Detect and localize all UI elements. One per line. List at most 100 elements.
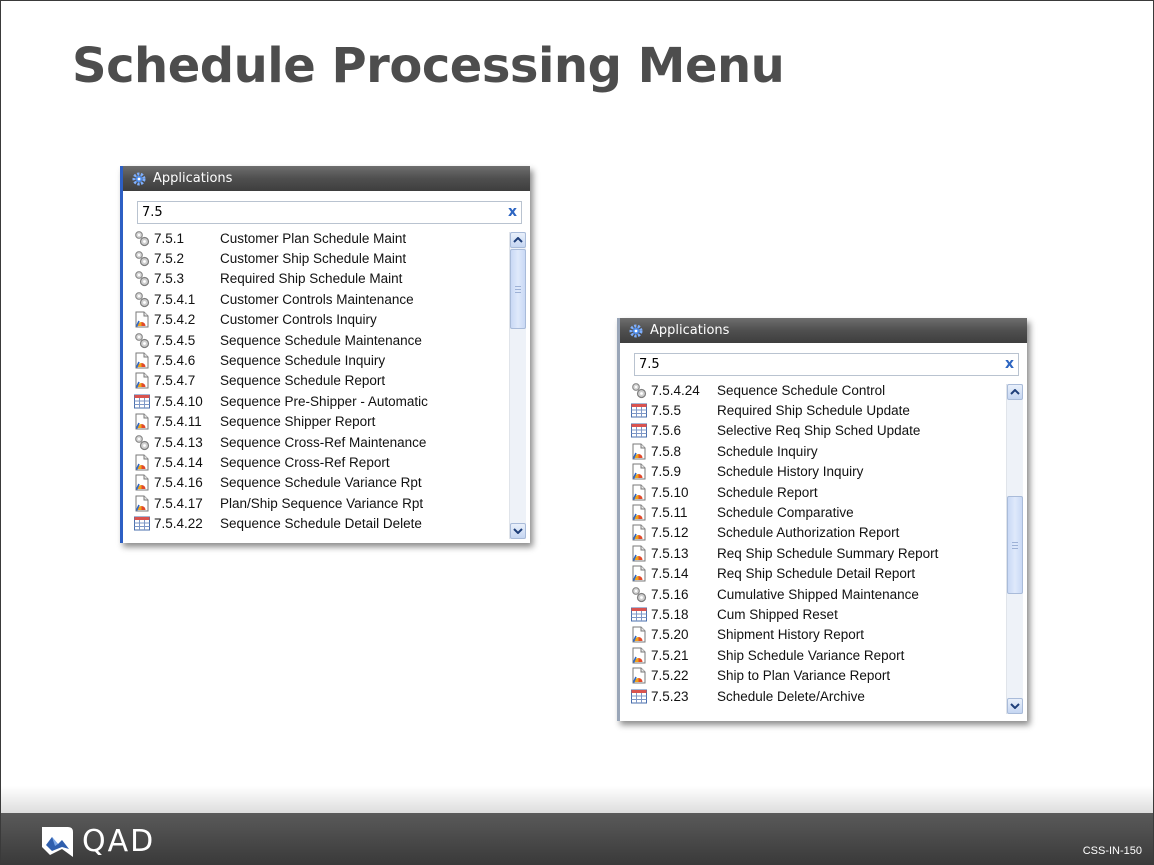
menu-item-label: Customer Ship Schedule Maint [220, 251, 407, 267]
menu-item-label: Ship to Plan Variance Report [717, 668, 891, 684]
vertical-scrollbar[interactable] [1006, 384, 1023, 714]
menu-item-label: Required Ship Schedule Update [717, 403, 910, 419]
menu-item[interactable]: 7.5.22 Ship to Plan Variance Report [630, 665, 1027, 685]
menu-item-code: 7.5.21 [651, 647, 689, 663]
scroll-thumb[interactable] [510, 249, 526, 329]
qad-logo: QAD [38, 824, 155, 859]
menu-item[interactable]: 7.5.4.10 Sequence Pre-Shipper - Automatic [133, 391, 530, 411]
menu-item-code: 7.5.1 [154, 230, 185, 246]
menu-item[interactable]: 7.5.4.16 Sequence Schedule Variance Rpt [133, 473, 530, 493]
gear-icon [133, 332, 151, 349]
menu-item[interactable]: 7.5.16 Cumulative Shipped Maintenance [630, 584, 1027, 604]
scroll-down-button[interactable] [1007, 698, 1023, 714]
footer-bar [1, 813, 1153, 864]
menu-item-code: 7.5.4.17 [154, 495, 203, 511]
vertical-scrollbar[interactable] [509, 232, 526, 539]
menu-item-code: 7.5.9 [651, 464, 682, 480]
gear-icon [133, 291, 151, 308]
menu-item[interactable]: 7.5.4.6 Sequence Schedule Inquiry [133, 350, 530, 370]
menu-item[interactable]: 7.5.4.14 Sequence Cross-Ref Report [133, 452, 530, 472]
menu-item[interactable]: 7.5.4.7 Sequence Schedule Report [133, 371, 530, 391]
menu-item-label: Customer Plan Schedule Maint [220, 230, 407, 246]
menu-item-label: Sequence Schedule Variance Rpt [220, 475, 422, 491]
report-icon [133, 495, 151, 512]
table-icon [630, 422, 648, 439]
applications-panel-left: Applications x 7.5.1 Customer Plan Schedu… [120, 166, 530, 543]
menu-item-label: Sequence Schedule Control [717, 382, 886, 398]
menu-item-code: 7.5.4.13 [154, 434, 203, 450]
menu-item[interactable]: 7.5.13 Req Ship Schedule Summary Report [630, 543, 1027, 563]
report-icon [630, 565, 648, 582]
menu-item-label: Req Ship Schedule Detail Report [717, 566, 916, 582]
scroll-up-button[interactable] [510, 232, 526, 248]
menu-item[interactable]: 7.5.20 Shipment History Report [630, 625, 1027, 645]
scroll-up-button[interactable] [1007, 384, 1023, 400]
menu-item-code: 7.5.3 [154, 271, 185, 287]
menu-item[interactable]: 7.5.2 Customer Ship Schedule Maint [133, 248, 530, 268]
menu-item[interactable]: 7.5.23 Schedule Delete/Archive [630, 686, 1027, 706]
menu-item[interactable]: 7.5.4.17 Plan/Ship Sequence Variance Rpt [133, 493, 530, 513]
footer-shade [1, 786, 1153, 814]
menu-item-code: 7.5.4.1 [154, 291, 196, 307]
report-icon [133, 413, 151, 430]
menu-item[interactable]: 7.5.4.11 Sequence Shipper Report [133, 412, 530, 432]
menu-item-label: Sequence Shipper Report [220, 414, 376, 430]
menu-item-code: 7.5.8 [651, 443, 682, 459]
menu-item-label: Customer Controls Maintenance [220, 291, 414, 307]
applications-gear-icon [132, 172, 146, 185]
menu-item-code: 7.5.4.10 [154, 393, 203, 409]
menu-item[interactable]: 7.5.9 Schedule History Inquiry [630, 462, 1027, 482]
menu-item-label: Schedule History Inquiry [717, 464, 864, 480]
menu-item[interactable]: 7.5.8 Schedule Inquiry [630, 441, 1027, 461]
menu-item-code: 7.5.23 [651, 688, 689, 704]
clear-search-icon[interactable]: x [508, 204, 517, 220]
table-icon [630, 606, 648, 623]
gear-icon [630, 382, 648, 399]
menu-item-code: 7.5.2 [154, 251, 185, 267]
menu-item-label: Sequence Pre-Shipper - Automatic [220, 393, 428, 409]
report-icon [133, 474, 151, 491]
report-icon [630, 484, 648, 501]
applications-panel-right: Applications x 7.5.4.24 Sequence Schedule… [617, 318, 1027, 721]
menu-item[interactable]: 7.5.4.22 Sequence Schedule Detail Delete [133, 513, 530, 533]
clear-search-icon[interactable]: x [1005, 356, 1014, 372]
menu-item[interactable]: 7.5.1 Customer Plan Schedule Maint [133, 228, 530, 248]
menu-item-label: Cumulative Shipped Maintenance [717, 586, 919, 602]
menu-item[interactable]: 7.5.4.13 Sequence Cross-Ref Maintenance [133, 432, 530, 452]
search-input[interactable] [635, 355, 979, 374]
menu-item-code: 7.5.4.11 [154, 414, 202, 430]
menu-item[interactable]: 7.5.4.1 Customer Controls Maintenance [133, 289, 530, 309]
menu-item-code: 7.5.20 [651, 627, 689, 643]
menu-item[interactable]: 7.5.12 Schedule Authorization Report [630, 523, 1027, 543]
slide-code: CSS-IN-150 [1082, 845, 1142, 857]
report-icon [133, 372, 151, 389]
menu-item-code: 7.5.4.7 [154, 373, 196, 389]
menu-item-label: Schedule Authorization Report [717, 525, 900, 541]
menu-item[interactable]: 7.5.4.5 Sequence Schedule Maintenance [133, 330, 530, 350]
menu-item[interactable]: 7.5.4.2 Customer Controls Inquiry [133, 310, 530, 330]
menu-item[interactable]: 7.5.14 Req Ship Schedule Detail Report [630, 564, 1027, 584]
menu-item[interactable]: 7.5.6 Selective Req Ship Sched Update [630, 421, 1027, 441]
menu-item-label: Customer Controls Inquiry [220, 312, 377, 328]
menu-item[interactable]: 7.5.4.24 Sequence Schedule Control [630, 380, 1027, 400]
search-input[interactable] [138, 203, 482, 222]
panel-header: Applications [620, 318, 1027, 343]
menu-item[interactable]: 7.5.3 Required Ship Schedule Maint [133, 269, 530, 289]
menu-item-label: Req Ship Schedule Summary Report [717, 545, 939, 561]
scroll-down-button[interactable] [510, 523, 526, 539]
menu-item-code: 7.5.16 [651, 586, 689, 602]
menu-item[interactable]: 7.5.21 Ship Schedule Variance Report [630, 645, 1027, 665]
panel-header: Applications [123, 166, 530, 191]
slide-title: Schedule Processing Menu [72, 38, 785, 94]
scroll-thumb[interactable] [1007, 496, 1023, 594]
menu-item[interactable]: 7.5.5 Required Ship Schedule Update [630, 400, 1027, 420]
gear-icon [133, 434, 151, 451]
search-box: x [634, 353, 1019, 376]
chevron-up-icon [1010, 389, 1020, 395]
qad-logo-icon [42, 826, 73, 857]
menu-item[interactable]: 7.5.11 Schedule Comparative [630, 502, 1027, 522]
menu-item[interactable]: 7.5.10 Schedule Report [630, 482, 1027, 502]
menu-item[interactable]: 7.5.18 Cum Shipped Reset [630, 604, 1027, 624]
table-icon [630, 688, 648, 705]
menu-list: 7.5.1 Customer Plan Schedule Maint 7.5.2 Cu… [133, 228, 530, 534]
